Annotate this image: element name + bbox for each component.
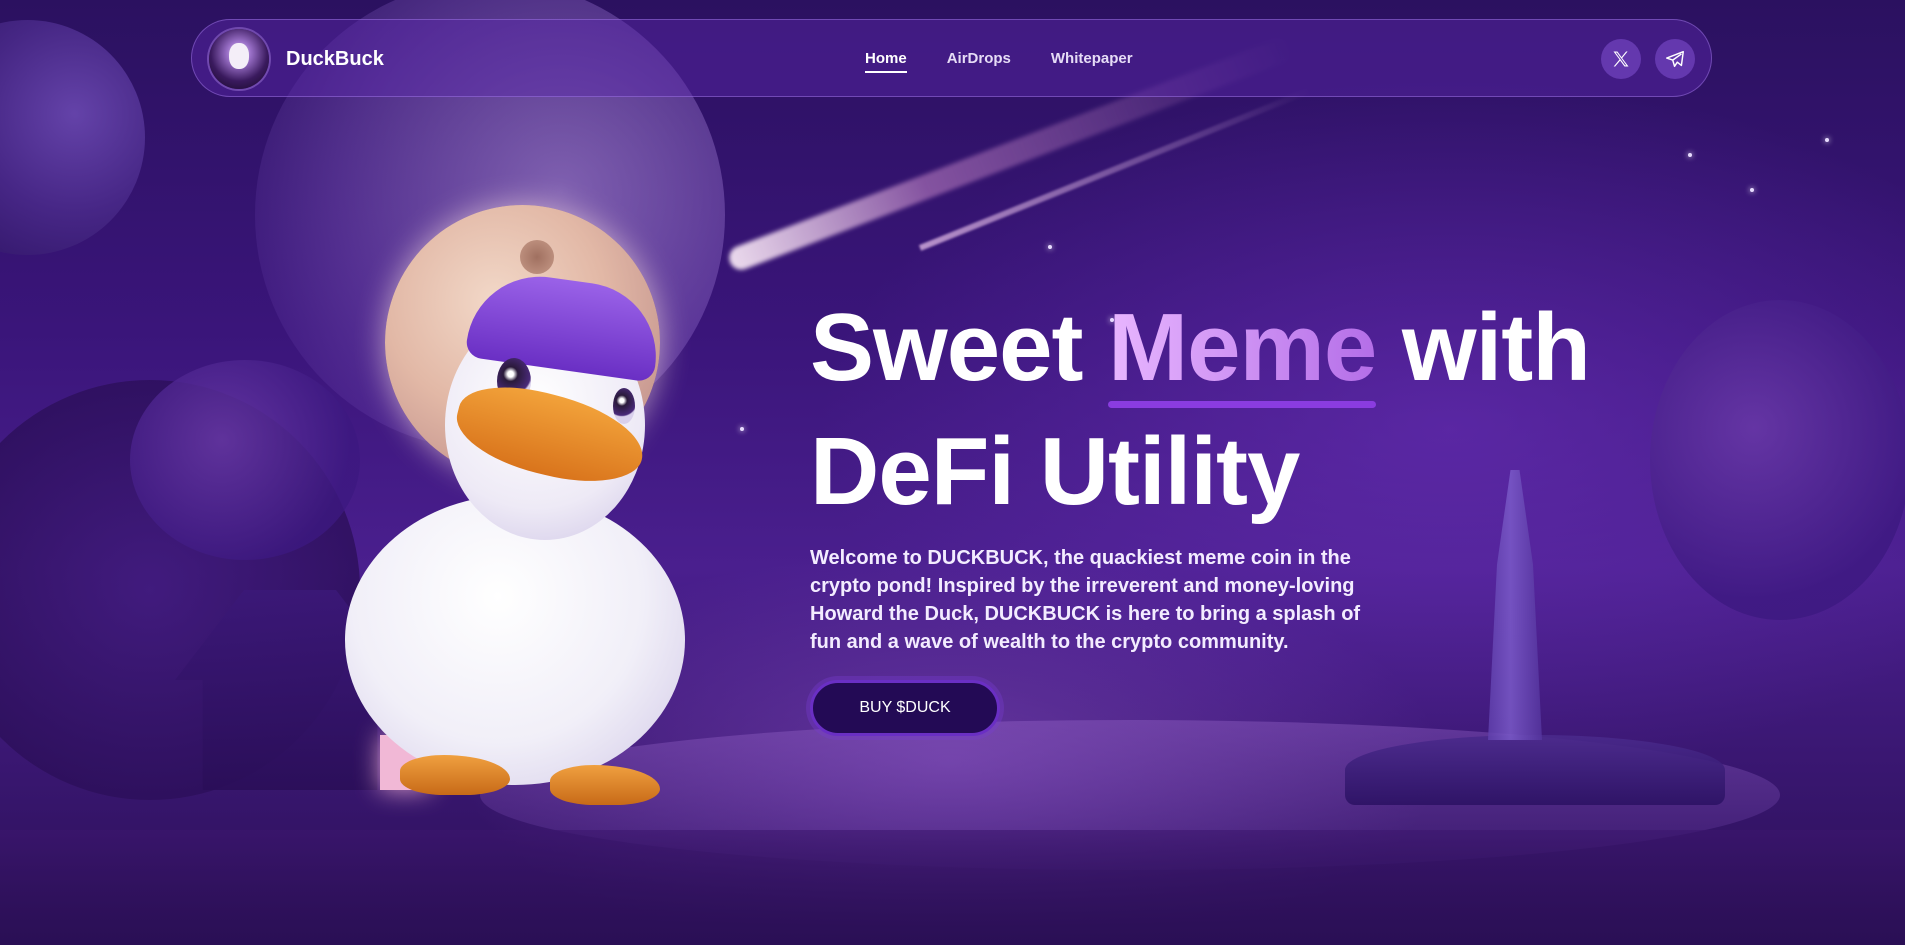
headline-highlight: Meme (1108, 286, 1377, 410)
brand[interactable]: DuckBuck (209, 29, 384, 89)
star-icon (1750, 188, 1754, 192)
planet-illustration (0, 20, 145, 255)
duck-body (345, 495, 685, 785)
x-twitter-button[interactable] (1601, 39, 1641, 79)
top-navigation-bar: DuckBuck Home AirDrops Whitepaper (191, 19, 1712, 97)
nav-links: Home AirDrops Whitepaper (865, 50, 1133, 73)
headline-part2: with (1376, 294, 1591, 401)
star-icon (1688, 153, 1692, 157)
brand-name: DuckBuck (286, 47, 384, 70)
island-illustration (1345, 735, 1725, 805)
x-twitter-icon (1613, 51, 1629, 67)
headline-line2: DeFi Utility (810, 418, 1300, 525)
star-icon (1048, 245, 1052, 249)
star-icon (740, 427, 744, 431)
nav-link-home[interactable]: Home (865, 50, 907, 73)
nav-link-airdrops[interactable]: AirDrops (947, 50, 1011, 67)
ground-illustration (0, 830, 1905, 945)
social-links (1601, 39, 1695, 79)
duck-mascot-illustration (325, 267, 715, 810)
moon-crater (520, 240, 554, 274)
hero-description: Welcome to DUCKBUCK, the quackiest meme … (810, 547, 1361, 653)
telegram-button[interactable] (1655, 39, 1695, 79)
telegram-icon (1666, 50, 1684, 68)
hero-headline: Sweet Meme with DeFi Utility (810, 286, 1710, 534)
nav-link-whitepaper[interactable]: Whitepaper (1051, 50, 1133, 67)
headline-part1: Sweet (810, 294, 1109, 401)
buy-duck-button[interactable]: BUY $DUCK (810, 680, 1000, 736)
duck-foot (550, 765, 660, 805)
duck-eye (613, 388, 635, 424)
brand-logo-avatar (209, 29, 269, 89)
hero-section: Sweet Meme with DeFi Utility Welcome to … (810, 286, 1710, 736)
star-icon (1825, 138, 1829, 142)
